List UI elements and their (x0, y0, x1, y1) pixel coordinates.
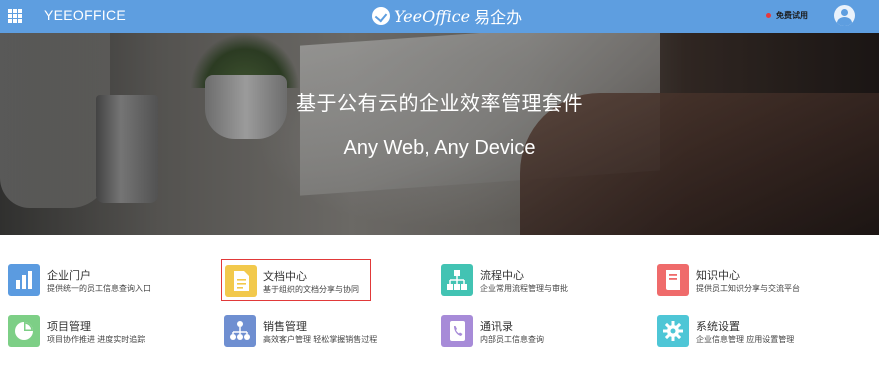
notification-dot-icon (766, 13, 771, 18)
module-description: 项目协作推进 进度实时追踪 (47, 335, 146, 344)
module-description: 基于组织的文档分享与协同 (263, 285, 359, 294)
module-description: 提供员工知识分享与交流平台 (696, 284, 800, 293)
module-description: 提供统一的员工信息查询入口 (47, 284, 151, 293)
module-description: 高效客户管理 轻松掌握销售过程 (263, 335, 378, 344)
brand-name-cn: 易企办 (474, 10, 523, 27)
module-contacts[interactable]: 通讯录 内部员工信息查询 (441, 315, 631, 357)
sales-org-icon (224, 315, 256, 347)
module-description: 内部员工信息查询 (480, 335, 544, 344)
brand-logo-icon (372, 7, 390, 25)
module-enterprise-portal[interactable]: 企业门户 提供统一的员工信息查询入口 (8, 264, 198, 306)
contacts-phone-icon (441, 315, 473, 347)
module-title: 通讯录 (480, 321, 513, 333)
module-knowledge-center[interactable]: 知识中心 提供员工知识分享与交流平台 (657, 264, 847, 306)
app-grid-icon[interactable] (8, 9, 22, 23)
module-title: 文档中心 (263, 271, 307, 283)
document-icon (225, 265, 257, 297)
free-trial-label: 免费试用 (776, 11, 808, 20)
hero-title: 基于公有云的企业效率管理套件 (296, 93, 583, 115)
top-bar: YEEOFFICE YeeOffice 易企办 免费试用 (0, 0, 879, 33)
module-title: 系统设置 (696, 321, 740, 333)
hero-banner: 基于公有云的企业效率管理套件 Any Web, Any Device (0, 33, 879, 235)
workflow-icon (441, 264, 473, 296)
module-title: 项目管理 (47, 321, 91, 333)
brand: YeeOffice 易企办 (372, 4, 522, 28)
hero-subtitle: Any Web, Any Device (343, 137, 536, 159)
module-description: 企业常用流程管理与审批 (480, 284, 568, 293)
pie-chart-icon (8, 315, 40, 347)
brand-name-en: YeeOffice (394, 6, 471, 26)
free-trial-link[interactable]: 免费试用 (766, 10, 808, 21)
module-sales-management[interactable]: 销售管理 高效客户管理 轻松掌握销售过程 (224, 315, 414, 357)
module-workflow-center[interactable]: 流程中心 企业常用流程管理与审批 (441, 264, 631, 306)
module-title: 知识中心 (696, 270, 740, 282)
app-name[interactable]: YEEOFFICE (44, 7, 126, 23)
module-title: 销售管理 (263, 321, 307, 333)
user-avatar-icon[interactable] (834, 5, 855, 26)
module-description: 企业信息管理 应用设置管理 (696, 335, 795, 344)
portal-chart-icon (8, 264, 40, 296)
module-title: 流程中心 (480, 270, 524, 282)
module-title: 企业门户 (47, 270, 91, 282)
module-system-settings[interactable]: 系统设置 企业信息管理 应用设置管理 (657, 315, 847, 357)
module-project-management[interactable]: 项目管理 项目协作推进 进度实时追踪 (8, 315, 198, 357)
book-icon (657, 264, 689, 296)
module-document-center[interactable]: 文档中心 基于组织的文档分享与协同 (221, 259, 371, 301)
gear-icon (657, 315, 689, 347)
